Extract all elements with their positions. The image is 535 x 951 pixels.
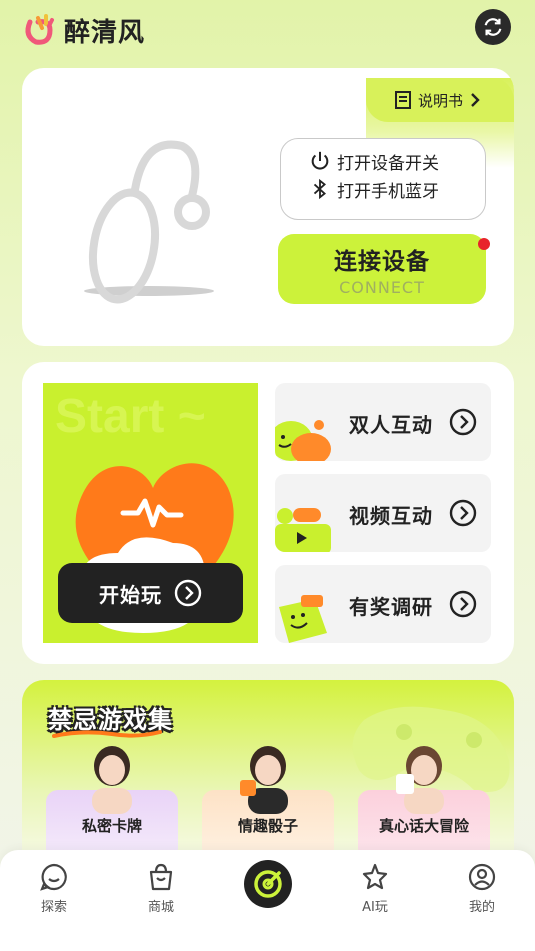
shop-bag-icon [149,863,173,891]
game-label: 真心话大冒险 [378,817,469,835]
nav-profile[interactable]: 我的 [442,862,522,915]
hint-bluetooth-text: 打开手机蓝牙 [337,181,439,202]
connect-device-button[interactable]: 连接设备 CONNECT [278,234,490,304]
character-avatar [396,746,444,814]
arrow-circle-icon [174,579,202,607]
device-card: 说明书 打开设备开关 打开手机蓝牙 连接设备 CONNECT [22,68,514,346]
app-logo: 醉清风 [20,8,145,52]
profile-icon [468,863,496,891]
mode-label: 有奖调研 [349,595,433,619]
nav-shop[interactable]: 商城 [121,862,201,915]
app-name: 醉清风 [64,17,146,48]
connect-subtitle: CONNECT [339,277,425,297]
play-card: Start ~ 开始玩 双人互动 视频互动 有奖调研 [22,362,514,664]
arrow-circle-icon [449,499,477,527]
hint-power-row: 打开设备开关 [309,147,485,175]
character-avatar [92,746,132,814]
manual-button[interactable]: 说明书 [366,78,514,122]
nav-ai-play[interactable]: AI玩 [335,862,415,915]
start-play-button[interactable]: 开始玩 [58,563,243,623]
two-player-illustration [275,420,331,461]
game-label: 私密卡牌 [81,817,142,835]
arrow-circle-icon [449,590,477,618]
refresh-icon [484,18,502,36]
device-placeholder-image [89,140,210,304]
character-avatar [240,746,288,814]
survey-illustration [279,595,327,643]
mode-label: 视频互动 [349,504,433,528]
nav-center-button[interactable] [244,860,292,908]
hint-power-text: 打开设备开关 [337,153,439,174]
game-label: 情趣骰子 [237,817,298,835]
mode-two-player[interactable]: 双人互动 [275,383,491,461]
start-panel[interactable]: Start ~ 开始玩 [43,383,258,643]
chevron-right-icon [471,93,480,107]
nav-label: 探索 [40,900,67,915]
connection-status-dot [478,238,490,250]
video-illustration [275,508,331,552]
logo-mark-icon [25,14,54,45]
bluetooth-icon [313,178,326,200]
connect-title: 连接设备 [334,248,430,275]
manual-book-icon [395,91,411,109]
start-play-label: 开始玩 [99,582,162,607]
mode-video[interactable]: 视频互动 [275,474,491,552]
mode-label: 双人互动 [349,413,433,437]
ai-star-icon [362,863,388,890]
title-underline [52,730,162,738]
connect-hint-bubble: 打开设备开关 打开手机蓝牙 [280,138,486,220]
arrow-circle-icon [449,408,477,436]
center-target-icon [254,870,282,898]
start-watermark: Start ~ [55,390,206,443]
nav-label: 我的 [468,900,495,915]
explore-icon [40,863,67,891]
hint-bluetooth-row: 打开手机蓝牙 [309,175,485,203]
bottom-navigation: 探索 商城 AI玩 我的 [0,850,535,951]
nav-label: 商城 [147,900,174,915]
power-icon [311,151,329,170]
refresh-button[interactable] [475,9,511,45]
nav-explore[interactable]: 探索 [14,862,94,915]
nav-label: AI玩 [362,900,388,915]
mode-survey[interactable]: 有奖调研 [275,565,491,643]
manual-label: 说明书 [418,91,464,110]
